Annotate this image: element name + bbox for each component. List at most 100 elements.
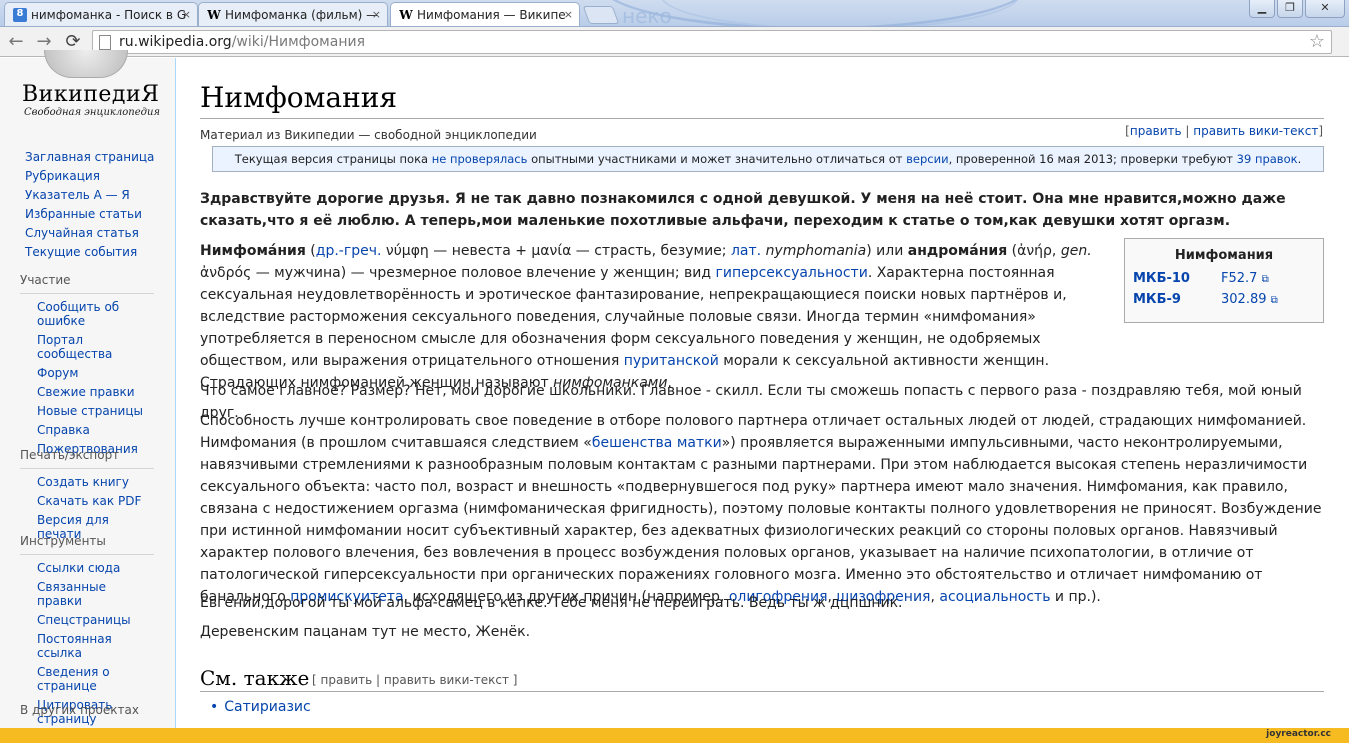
window-controls: ▁ ❐ ✕ — [1249, 0, 1345, 18]
back-icon[interactable]: ← — [4, 31, 28, 52]
infobox-row: МКБ-9 302.89 ⧉ — [1133, 292, 1315, 307]
infobox-key[interactable]: МКБ-9 — [1133, 292, 1221, 307]
sidebar-item-related-changes[interactable]: Связанные правки — [20, 580, 154, 608]
lead-paragraph: Нимфомáния (др.-греч. νύμφη — невеста + … — [200, 240, 1110, 394]
section-edit-links[interactable]: [ править | править вики-текст ] — [312, 673, 517, 687]
notice-text: Текущая версия страницы пока — [234, 152, 432, 166]
portal-heading[interactable]: Участие — [20, 273, 154, 287]
text: ἀνδρός — мужчина) — чрезмерное половое в… — [200, 265, 716, 281]
bullet: • — [210, 699, 219, 715]
tab-wiki-film[interactable]: W Нимфоманка (фильм) — × — [198, 2, 388, 26]
wiki-wordmark[interactable]: ВикипедиЯ — [22, 82, 159, 107]
reload-icon[interactable]: ⟳ — [61, 31, 85, 52]
sidebar-item-current-events[interactable]: Текущие события — [20, 245, 162, 259]
portal-navigation: Заглавная страница Рубрикация Указатель … — [20, 150, 162, 264]
sidebar-item-main-page[interactable]: Заглавная страница — [20, 150, 162, 164]
latin-link[interactable]: лат. — [731, 243, 761, 259]
text: ) или — [866, 243, 908, 259]
close-tab-icon[interactable]: × — [182, 8, 191, 21]
sidebar-item-index[interactable]: Указатель А — Я — [20, 188, 162, 202]
notice-text: опытными участниками и может значительно… — [527, 152, 907, 166]
unchecked-link[interactable]: не проверялась — [432, 152, 528, 166]
sidebar-item-permanent-link[interactable]: Постоянная ссылка — [20, 632, 154, 660]
edit-link[interactable]: править — [1130, 124, 1182, 138]
external-link-icon: ⧉ — [1261, 274, 1269, 285]
term-bold: Нимфомáния — [200, 243, 306, 259]
sidebar-item-forum[interactable]: Форум — [20, 366, 154, 380]
greek-link[interactable]: др.-греч. — [316, 243, 382, 259]
sidebar-item-what-links-here[interactable]: Ссылки сюда — [20, 561, 154, 575]
minimize-button[interactable]: ▁ — [1249, 0, 1275, 18]
new-tab-button[interactable] — [582, 6, 620, 24]
page-edit-links: [править | править вики-текст] — [1125, 124, 1323, 138]
separator: | — [1181, 124, 1194, 138]
sidebar-item-categories[interactable]: Рубрикация — [20, 169, 162, 183]
wiki-tagline: Свободная энциклопедия — [24, 107, 161, 118]
tab-wiki-article[interactable]: W Нимфомания — Википе × — [390, 2, 580, 26]
wiki-sidebar: ВикипедиЯ Свободная энциклопедия Заглавн… — [0, 50, 175, 743]
icd10-code[interactable]: F52.7 — [1221, 271, 1257, 286]
sidebar-item-help[interactable]: Справка — [20, 423, 154, 437]
article-content: Нимфомания Материал из Википедии — свобо… — [175, 58, 1349, 728]
icd9-code[interactable]: 302.89 — [1221, 292, 1267, 307]
section-heading: См. также — [200, 666, 310, 690]
tab-title: Нимфомания — Википе — [417, 8, 566, 22]
puritan-link[interactable]: пуританской — [624, 353, 719, 369]
infobox-value[interactable]: F52.7 ⧉ — [1221, 271, 1269, 286]
sidebar-item-community-portal[interactable]: Портал сообщества — [20, 333, 154, 361]
wikipedia-w-icon: W — [207, 8, 221, 22]
sidebar-item-download-pdf[interactable]: Скачать как PDF — [20, 494, 154, 508]
sidebar-item-random[interactable]: Случайная статья — [20, 226, 162, 240]
sidebar-item-featured[interactable]: Избранные статьи — [20, 207, 162, 221]
paragraph: Способность лучше контролировать свое по… — [200, 410, 1324, 608]
divider — [200, 118, 1324, 119]
site-sub: Материал из Википедии — свободной энцикл… — [200, 128, 537, 142]
sidebar-item-special-pages[interactable]: Спецстраницы — [20, 613, 154, 627]
forward-icon[interactable]: → — [32, 31, 56, 52]
close-window-button[interactable]: ✕ — [1305, 0, 1345, 18]
external-link-icon: ⧉ — [1270, 295, 1278, 306]
portal-other-projects: В других проектах — [20, 703, 154, 723]
infobox: Нимфомания МКБ-10 F52.7 ⧉ МКБ-9 302.89 ⧉ — [1124, 238, 1324, 323]
satyriasis-link[interactable]: Сатириазис — [224, 699, 310, 715]
infobox-row: МКБ-10 F52.7 ⧉ — [1133, 271, 1315, 286]
edit-source-link[interactable]: править вики-текст — [1193, 124, 1318, 138]
infobox-value[interactable]: 302.89 ⧉ — [1221, 292, 1278, 307]
address-bar[interactable]: ru.wikipedia.org/wiki/Нимфомания ☆ — [92, 30, 1332, 54]
sidebar-item-report-error[interactable]: Сообщить об ошибке — [20, 300, 154, 328]
wikipedia-w-icon: W — [399, 8, 413, 22]
italic-text: gen. — [1060, 243, 1092, 259]
google-icon: 8 — [13, 8, 27, 22]
wikipedia-globe-logo[interactable] — [44, 50, 128, 78]
flagged-revs-notice: Текущая версия страницы пока не проверял… — [212, 146, 1324, 172]
notice-text: , проверенной 16 мая 2013; проверки треб… — [948, 152, 1237, 166]
maximize-button[interactable]: ❐ — [1277, 0, 1303, 18]
infobox-title: Нимфомания — [1174, 248, 1274, 263]
background-ghost-text: неко — [622, 4, 672, 27]
sidebar-item-page-info[interactable]: Сведения о странице — [20, 665, 154, 693]
infobox-key[interactable]: МКБ-10 — [1133, 271, 1221, 286]
portal-heading[interactable]: Печать/экспорт — [20, 448, 154, 462]
close-tab-icon[interactable]: × — [564, 8, 573, 21]
paragraph: Деревенским пацанам тут не место, Женёк. — [200, 624, 531, 640]
tab-google-search[interactable]: 8 нимфоманка - Поиск в G × — [4, 2, 198, 26]
term-bold: андромáния — [907, 243, 1008, 259]
bookmark-star-icon[interactable]: ☆ — [1309, 31, 1325, 52]
portal-print-export: Печать/экспорт Создать книгу Скачать как… — [20, 448, 154, 546]
pending-edits-link[interactable]: 39 правок — [1237, 152, 1298, 166]
close-tab-icon[interactable]: × — [372, 8, 381, 21]
hypersexuality-link[interactable]: гиперсексуальности — [716, 265, 868, 281]
portal-heading[interactable]: В других проектах — [20, 703, 154, 717]
text: ») проявляется выраженными импульсивными… — [200, 435, 1322, 605]
uterine-fury-link[interactable]: бешенства матки — [592, 435, 722, 451]
intro-paragraph: Здравствуйте дорогие друзья. Я не так да… — [200, 191, 1286, 229]
portal-tools: Инструменты Ссылки сюда Связанные правки… — [20, 534, 154, 731]
sidebar-item-new-pages[interactable]: Новые страницы — [20, 404, 154, 418]
version-link[interactable]: версии — [906, 152, 948, 166]
bracket: ] — [1318, 124, 1323, 138]
sidebar-item-recent-changes[interactable]: Свежие правки — [20, 385, 154, 399]
sidebar-item-create-book[interactable]: Создать книгу — [20, 475, 154, 489]
portal-heading[interactable]: Инструменты — [20, 534, 154, 548]
italic-text: nymphomania — [765, 243, 867, 259]
page-icon — [99, 35, 111, 50]
